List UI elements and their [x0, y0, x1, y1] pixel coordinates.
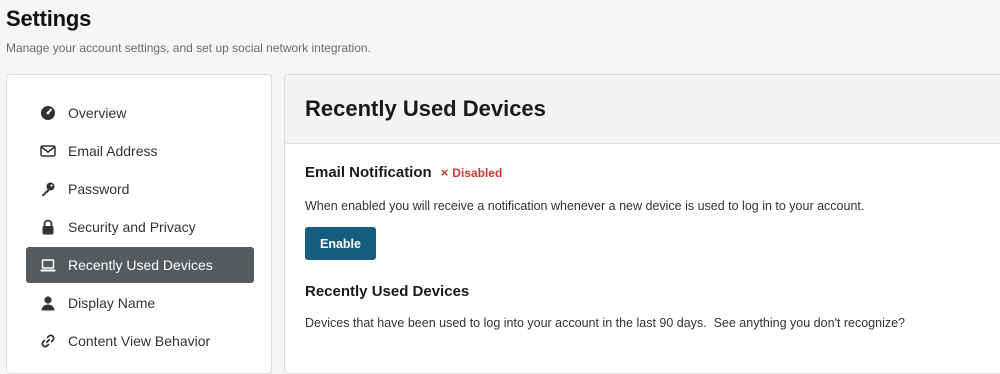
sidebar-item-label: Email Address: [68, 143, 158, 159]
page-subtitle: Manage your account settings, and set up…: [6, 41, 371, 55]
recent-devices-heading: Recently Used Devices: [305, 283, 470, 300]
link-icon: [40, 333, 56, 349]
sidebar-item-label: Security and Privacy: [68, 219, 196, 235]
status-badge: × Disabled: [441, 165, 503, 180]
sidebar-item-password[interactable]: Password: [26, 171, 254, 207]
settings-sidebar: Overview Email Address Password Security…: [6, 74, 272, 374]
user-icon: [40, 295, 56, 311]
panel-header: Recently Used Devices: [285, 75, 1000, 144]
recent-devices-section: Recently Used Devices Devices that have …: [305, 283, 905, 330]
sidebar-item-label: Content View Behavior: [68, 333, 211, 349]
key-icon: [40, 181, 56, 197]
sidebar-item-label: Recently Used Devices: [68, 257, 213, 273]
enable-button[interactable]: Enable: [305, 227, 376, 260]
sidebar-item-label: Password: [68, 181, 130, 197]
sidebar-item-recently-used-devices[interactable]: Recently Used Devices: [26, 247, 254, 283]
gauge-icon: [40, 105, 56, 121]
sidebar-item-display-name[interactable]: Display Name: [26, 285, 254, 321]
sidebar-item-label: Overview: [68, 105, 127, 121]
envelope-icon: [40, 143, 56, 159]
sidebar-item-email-address[interactable]: Email Address: [26, 133, 254, 169]
status-label: Disabled: [452, 165, 503, 180]
lock-icon: [40, 219, 56, 235]
sidebar-item-overview[interactable]: Overview: [26, 95, 254, 131]
main-panel: Recently Used Devices Email Notification…: [284, 74, 1000, 374]
laptop-icon: [40, 257, 56, 273]
close-icon: ×: [440, 165, 449, 180]
email-notification-heading: Email Notification: [305, 164, 432, 181]
email-notification-section: Email Notification × Disabled When enabl…: [305, 164, 864, 260]
sidebar-item-security-and-privacy[interactable]: Security and Privacy: [26, 209, 254, 245]
page-header: Settings Manage your account settings, a…: [6, 6, 371, 55]
page-title: Settings: [6, 6, 92, 31]
recent-devices-description: Devices that have been used to log into …: [305, 316, 905, 330]
panel-title: Recently Used Devices: [305, 96, 546, 121]
sidebar-item-label: Display Name: [68, 295, 156, 311]
notification-description: When enabled you will receive a notifica…: [305, 199, 865, 213]
sidebar-item-content-view-behavior[interactable]: Content View Behavior: [26, 323, 254, 359]
